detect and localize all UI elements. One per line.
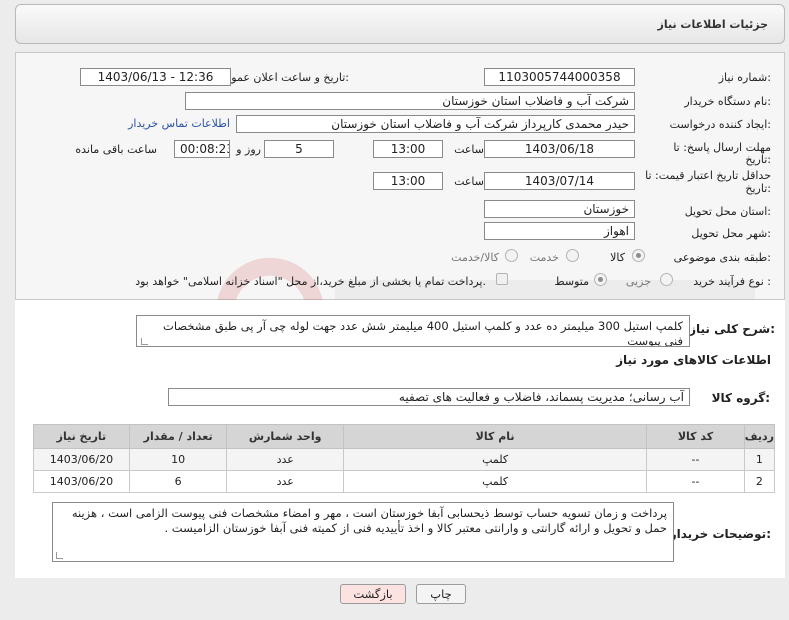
cell-unit: عدد bbox=[226, 470, 344, 493]
buyer-org-field: شرکت آب و فاضلاب استان خوزستان bbox=[185, 92, 635, 110]
table-header-row: ردیف کد کالا نام کالا واحد شمارش تعداد /… bbox=[33, 424, 776, 449]
need-number-label: شماره نیاز: bbox=[718, 71, 771, 84]
col-name-header: نام کالا bbox=[342, 424, 648, 449]
col-qty-header: تعداد / مقدار bbox=[128, 424, 228, 449]
reply-deadline-date: 1403/06/18 bbox=[484, 140, 635, 158]
cell-code: -- bbox=[646, 448, 745, 471]
buyer-notes-label: توضیحات خریدار: bbox=[669, 527, 771, 541]
announce-datetime-label: تاریخ و ساعت اعلان عمومی: bbox=[216, 71, 349, 84]
cell-name: کلمپ bbox=[342, 470, 648, 493]
price-validity-label: حداقل تاریخ اعتبار قیمت: تا bbox=[645, 169, 771, 182]
col-row-header: ردیف bbox=[743, 424, 776, 449]
remaining-time-label: ساعت باقی مانده bbox=[75, 143, 157, 156]
cell-name: کلمپ bbox=[342, 448, 648, 471]
cell-date: 1403/06/20 bbox=[33, 470, 130, 493]
table-row: 1 -- کلمپ عدد 10 1403/06/20 bbox=[33, 448, 776, 471]
details-header-panel: جزئیات اطلاعات نیاز bbox=[15, 4, 785, 44]
price-validity-time: 13:00 bbox=[373, 172, 443, 190]
cell-qty: 10 bbox=[128, 448, 228, 471]
cell-row: 1 bbox=[743, 448, 776, 471]
requester-label: ایجاد کننده درخواست: bbox=[669, 118, 771, 131]
resize-handle-icon[interactable] bbox=[141, 338, 148, 345]
requester-field: حیدر محمدی کارپرداز شرکت آب و فاضلاب است… bbox=[236, 115, 635, 133]
price-validity-date-label: تاریخ: bbox=[745, 182, 771, 195]
category-service-radio[interactable] bbox=[566, 249, 579, 262]
buyer-notes-field: پرداخت و زمان تسویه حساب توسط ذیحسابی آب… bbox=[52, 502, 674, 562]
buyer-org-label: نام دستگاه خریدار: bbox=[684, 95, 771, 108]
resize-handle-icon[interactable] bbox=[56, 552, 63, 559]
category-goods-radio[interactable] bbox=[632, 249, 645, 262]
days-label: روز و bbox=[236, 143, 261, 156]
reply-deadline-date-label: تاریخ: bbox=[745, 153, 771, 166]
need-description-field: کلمپ استیل 300 میلیمتر ده عدد و کلمپ است… bbox=[136, 315, 690, 347]
purchase-minor-radio[interactable] bbox=[660, 273, 673, 286]
buyer-contact-link[interactable]: اطلاعات تماس خریدار bbox=[128, 117, 230, 130]
announce-datetime-field: 1403/06/13 - 12:36 bbox=[80, 68, 231, 86]
cell-date: 1403/06/20 bbox=[33, 448, 130, 471]
category-goods-service-label: کالا/خدمت bbox=[451, 251, 499, 264]
delivery-city-field: اهواز bbox=[484, 222, 635, 240]
table-row: 2 -- کلمپ عدد 6 1403/06/20 bbox=[33, 470, 776, 493]
delivery-city-label: شهر محل تحویل: bbox=[691, 227, 771, 240]
reply-deadline-time: 13:00 bbox=[373, 140, 443, 158]
goods-table: ردیف کد کالا نام کالا واحد شمارش تعداد /… bbox=[33, 424, 776, 493]
col-code-header: کد کالا bbox=[646, 424, 745, 449]
purchase-medium-label: متوسط bbox=[554, 275, 589, 288]
price-validity-date: 1403/07/14 bbox=[484, 172, 635, 190]
purchase-type-label: نوع فرآیند خرید : bbox=[693, 275, 771, 288]
treasury-payment-checkbox[interactable] bbox=[496, 273, 508, 285]
cell-unit: عدد bbox=[226, 448, 344, 471]
cell-qty: 6 bbox=[128, 470, 228, 493]
price-validity-time-label: ساعت bbox=[454, 175, 484, 188]
goods-group-field: آب رسانی؛ مدیریت پسماند، فاضلاب و فعالیت… bbox=[168, 388, 690, 406]
reply-deadline-time-label: ساعت bbox=[454, 143, 484, 156]
category-goods-label: کالا bbox=[610, 251, 625, 264]
need-number-field: 1103005744000358 bbox=[484, 68, 635, 86]
treasury-payment-note: پرداخت تمام یا بخشی از مبلغ خرید،از محل … bbox=[135, 275, 486, 288]
delivery-province-field: خوزستان bbox=[484, 200, 635, 218]
category-service-label: خدمت bbox=[529, 251, 559, 264]
back-button[interactable]: بازگشت bbox=[340, 584, 406, 604]
remaining-time: 00:08:23 bbox=[174, 140, 230, 158]
category-goods-service-radio[interactable] bbox=[505, 249, 518, 262]
goods-info-title: اطلاعات کالاهای مورد نیاز bbox=[616, 353, 771, 367]
purchase-medium-radio[interactable] bbox=[594, 273, 607, 286]
purchase-minor-label: جزیی bbox=[625, 275, 651, 288]
cell-code: -- bbox=[646, 470, 745, 493]
delivery-province-label: استان محل تحویل: bbox=[684, 205, 771, 218]
goods-group-label: گروه کالا: bbox=[711, 391, 770, 405]
col-unit-header: واحد شمارش bbox=[226, 424, 344, 449]
cell-row: 2 bbox=[743, 470, 776, 493]
col-date-header: تاریخ نیاز bbox=[33, 424, 130, 449]
page-title: جزئیات اطلاعات نیاز bbox=[657, 18, 769, 31]
remaining-days: 5 bbox=[264, 140, 334, 158]
need-description-label: شرح کلی نیاز: bbox=[689, 322, 775, 336]
category-label: طبقه بندی موضوعی: bbox=[673, 251, 771, 264]
print-button[interactable]: چاپ bbox=[416, 584, 466, 604]
